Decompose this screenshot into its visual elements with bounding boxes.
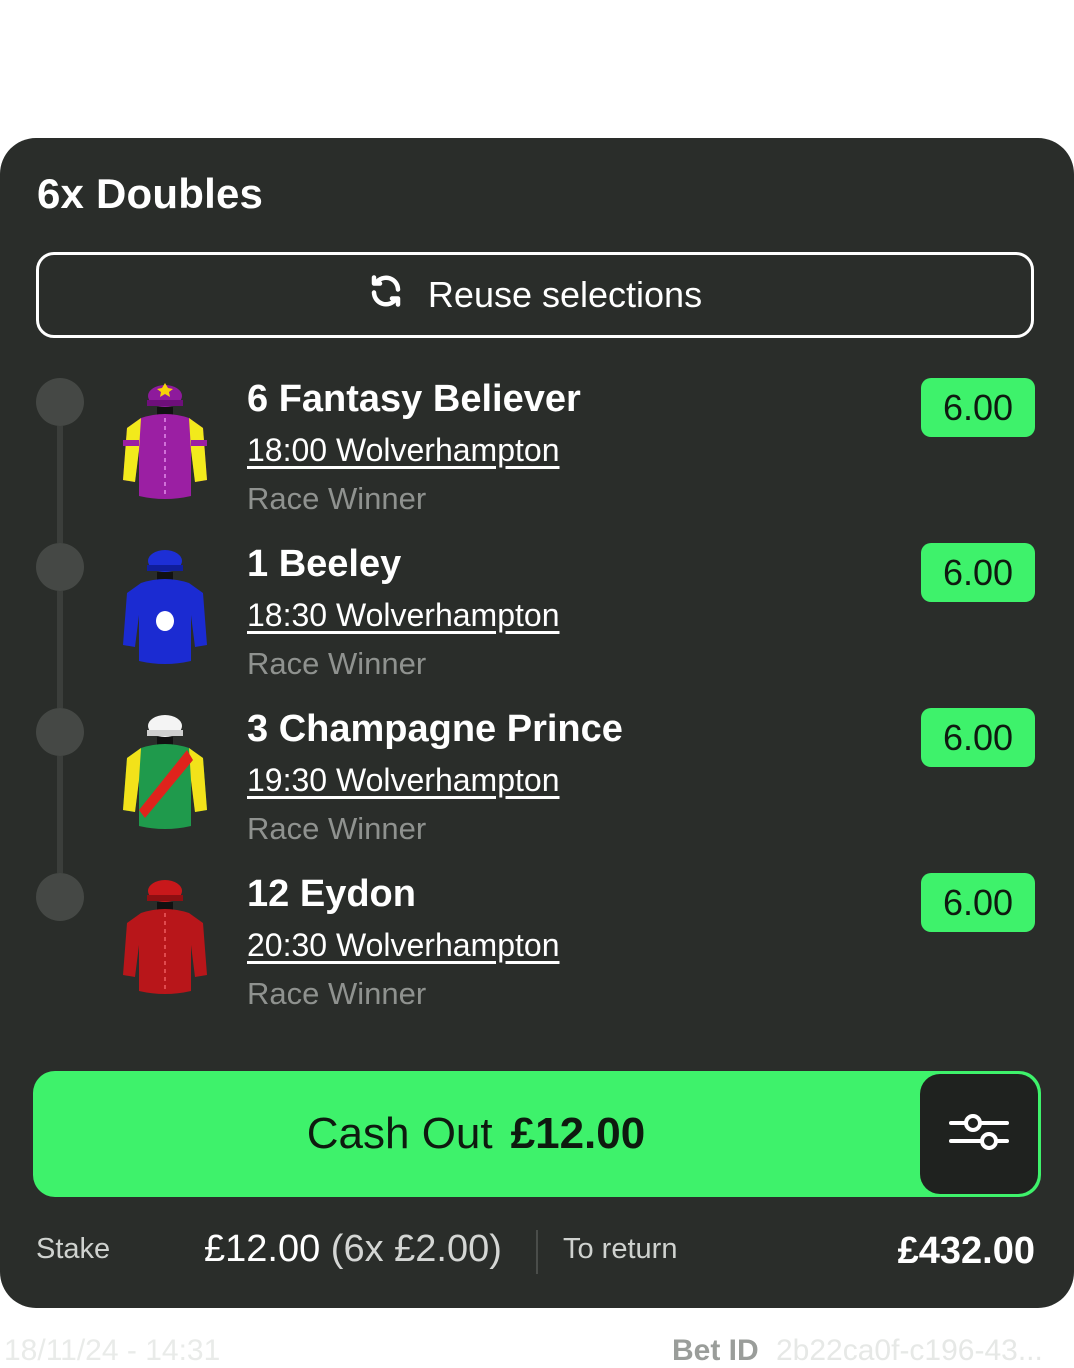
bet-id-value[interactable]: 2b22ca0f-c196-43... [776,1334,1066,1368]
market-label: Race Winner [247,646,427,681]
leg-status-dot [36,543,84,591]
green-red-sash-silk-icon [113,710,217,834]
odds-badge: 6.00 [921,873,1035,932]
sliders-icon [949,1110,1009,1159]
blue-white-spot-silk-icon [113,545,217,669]
divider [536,1230,538,1274]
return-value: £432.00 [897,1230,1035,1272]
cashout-bar: Cash Out £12.00 [33,1071,1041,1197]
stake-value: £12.00 (6x £2.00) [204,1228,502,1270]
stake-label: Stake [36,1233,111,1265]
horse-name: 3 Champagne Prince [247,708,623,750]
odds-badge: 6.00 [921,543,1035,602]
leg-connector [57,591,63,708]
bet-id-label: Bet ID [672,1334,759,1367]
selection-leg: 1 Beeley 18:30 Wolverhampton Race Winner… [0,543,1074,708]
race-link[interactable]: 18:00 Wolverhampton [247,432,559,469]
selection-leg: 6 Fantasy Believer 18:00 Wolverhampton R… [0,378,1074,543]
race-link[interactable]: 19:30 Wolverhampton [247,762,559,799]
leg-connector [57,426,63,543]
leg-status-dot [36,378,84,426]
horse-name: 1 Beeley [247,543,402,585]
horse-name: 12 Eydon [247,873,416,915]
odds-badge: 6.00 [921,378,1035,437]
reuse-selections-button[interactable]: Reuse selections [36,252,1034,338]
placed-timestamp: 18/11/24 - 14:31 [4,1334,221,1367]
selection-leg: 12 Eydon 20:30 Wolverhampton Race Winner… [0,873,1074,1038]
race-link[interactable]: 20:30 Wolverhampton [247,927,559,964]
selection-leg: 3 Champagne Prince 19:30 Wolverhampton R… [0,708,1074,873]
leg-connector [57,756,63,873]
cashout-label: Cash Out [306,1109,493,1158]
race-link[interactable]: 18:30 Wolverhampton [247,597,559,634]
red-silk-icon [113,875,217,999]
cashout-amount: £12.00 [510,1109,646,1158]
purple-yellow-silk-icon [113,380,217,504]
leg-status-dot [36,708,84,756]
leg-status-dot [36,873,84,921]
cashout-settings-button[interactable] [920,1074,1038,1194]
market-label: Race Winner [247,811,427,846]
reuse-selections-label: Reuse selections [427,274,703,315]
odds-badge: 6.00 [921,708,1035,767]
market-label: Race Winner [247,481,427,516]
refresh-icon [368,273,404,318]
bet-title: 6x Doubles [37,170,264,217]
market-label: Race Winner [247,976,427,1011]
horse-name: 6 Fantasy Believer [247,378,581,420]
cashout-button[interactable]: Cash Out £12.00 [33,1071,919,1197]
return-label: To return [563,1233,678,1265]
